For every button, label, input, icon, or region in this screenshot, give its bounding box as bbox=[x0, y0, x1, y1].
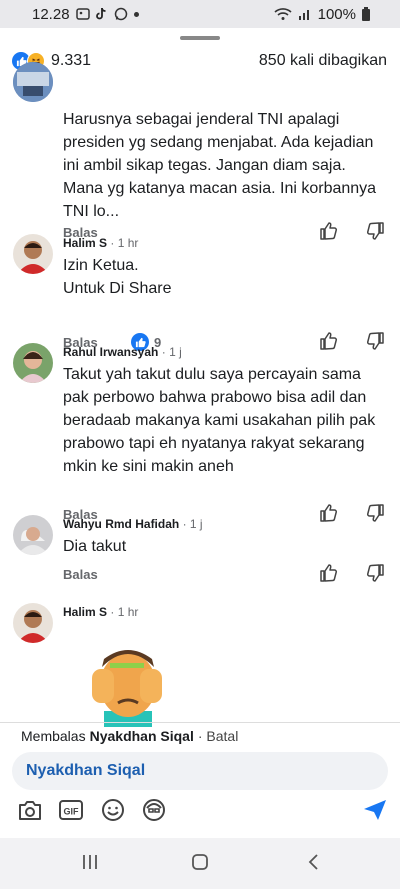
mention-chip[interactable]: Nyakdhan Siqal bbox=[26, 762, 145, 780]
system-nav-bar bbox=[0, 838, 400, 889]
comment-author-row: Wahyu Rmd Hafidah · 1 j bbox=[63, 517, 203, 531]
status-time: 12.28 bbox=[32, 5, 70, 23]
thumbs-down-icon[interactable] bbox=[365, 503, 385, 523]
avatar[interactable] bbox=[13, 343, 53, 383]
reply-button[interactable]: Balas bbox=[63, 567, 98, 582]
replying-to-bar: Membalas Nyakdhan Siqal · Batal bbox=[0, 722, 400, 748]
recent-apps-icon[interactable] bbox=[80, 852, 100, 872]
battery-level: 100% bbox=[317, 5, 356, 23]
tiktok-notification-icon bbox=[95, 7, 106, 20]
comment-author[interactable]: Halim S bbox=[63, 605, 107, 619]
home-icon[interactable] bbox=[190, 852, 210, 872]
cancel-reply-button[interactable]: · Batal bbox=[198, 728, 238, 744]
comment-input[interactable]: Nyakdhan Siqal bbox=[12, 752, 388, 790]
comment-text: Dia takut bbox=[63, 538, 127, 555]
reply-target: Nyakdhan Siqal bbox=[89, 727, 194, 744]
gif-icon[interactable]: GIF bbox=[58, 798, 84, 822]
status-bar: 12.28 100% bbox=[0, 0, 400, 28]
avatar[interactable] bbox=[13, 603, 53, 643]
comments-sheet: 9.331 850 kali dibagikan Harusnya sebaga… bbox=[0, 28, 400, 838]
battery-icon bbox=[362, 7, 370, 21]
avatar-sticker-icon[interactable] bbox=[141, 798, 167, 822]
thumbs-up-icon[interactable] bbox=[319, 563, 339, 583]
comment-author[interactable]: Halim S bbox=[63, 236, 107, 250]
reaction-count: 9.331 bbox=[51, 52, 92, 69]
back-icon[interactable] bbox=[304, 852, 324, 872]
comment-text: Harusnya sebagai jenderal TNI apalagi pr… bbox=[63, 111, 377, 220]
thumbs-down-icon[interactable] bbox=[365, 563, 385, 583]
camera-icon[interactable] bbox=[17, 798, 43, 822]
whatsapp-notification-icon bbox=[114, 7, 127, 21]
thumbs-up-icon[interactable] bbox=[319, 503, 339, 523]
avatar[interactable] bbox=[13, 234, 53, 274]
emoji-icon[interactable] bbox=[100, 798, 126, 822]
reaction-summary-bar: 9.331 850 kali dibagikan bbox=[0, 46, 400, 76]
more-notifications-dot bbox=[133, 11, 139, 17]
comment-time: 1 j bbox=[189, 517, 203, 531]
share-count[interactable]: 850 kali dibagikan bbox=[259, 52, 387, 70]
thumbs-down-icon[interactable] bbox=[365, 331, 385, 351]
svg-text:GIF: GIF bbox=[64, 807, 80, 817]
wifi-icon bbox=[274, 8, 292, 20]
comment-time: 1 hr bbox=[117, 605, 139, 619]
gallery-notification-icon bbox=[75, 8, 90, 20]
comment-author-row: Halim S · 1 hr bbox=[63, 236, 139, 250]
thumbs-down-icon[interactable] bbox=[365, 221, 385, 241]
send-icon[interactable] bbox=[362, 798, 388, 822]
comment-author[interactable]: Wahyu Rmd Hafidah bbox=[63, 517, 179, 531]
comment-author-row: Rahul Irwansyah · 1 j bbox=[63, 345, 182, 359]
comment-time: 1 j bbox=[169, 345, 182, 359]
thumbs-up-icon[interactable] bbox=[319, 331, 339, 351]
avatar[interactable] bbox=[13, 515, 53, 555]
comment-author[interactable]: Rahul Irwansyah bbox=[63, 345, 158, 359]
avatar[interactable] bbox=[13, 62, 53, 102]
signal-icon bbox=[298, 10, 309, 20]
thumbs-up-icon[interactable] bbox=[319, 221, 339, 241]
comment-text: Izin Ketua. Untuk Di Share bbox=[63, 257, 172, 297]
comment-toolbar: GIF bbox=[0, 798, 400, 828]
facepalm-sticker[interactable] bbox=[78, 633, 174, 727]
drag-handle[interactable] bbox=[180, 36, 220, 40]
comment-time: 1 hr bbox=[117, 236, 139, 250]
comment-text: Takut yah takut dulu saya percayain sama… bbox=[63, 366, 376, 475]
comment-author-row: Halim S · 1 hr bbox=[63, 605, 139, 619]
